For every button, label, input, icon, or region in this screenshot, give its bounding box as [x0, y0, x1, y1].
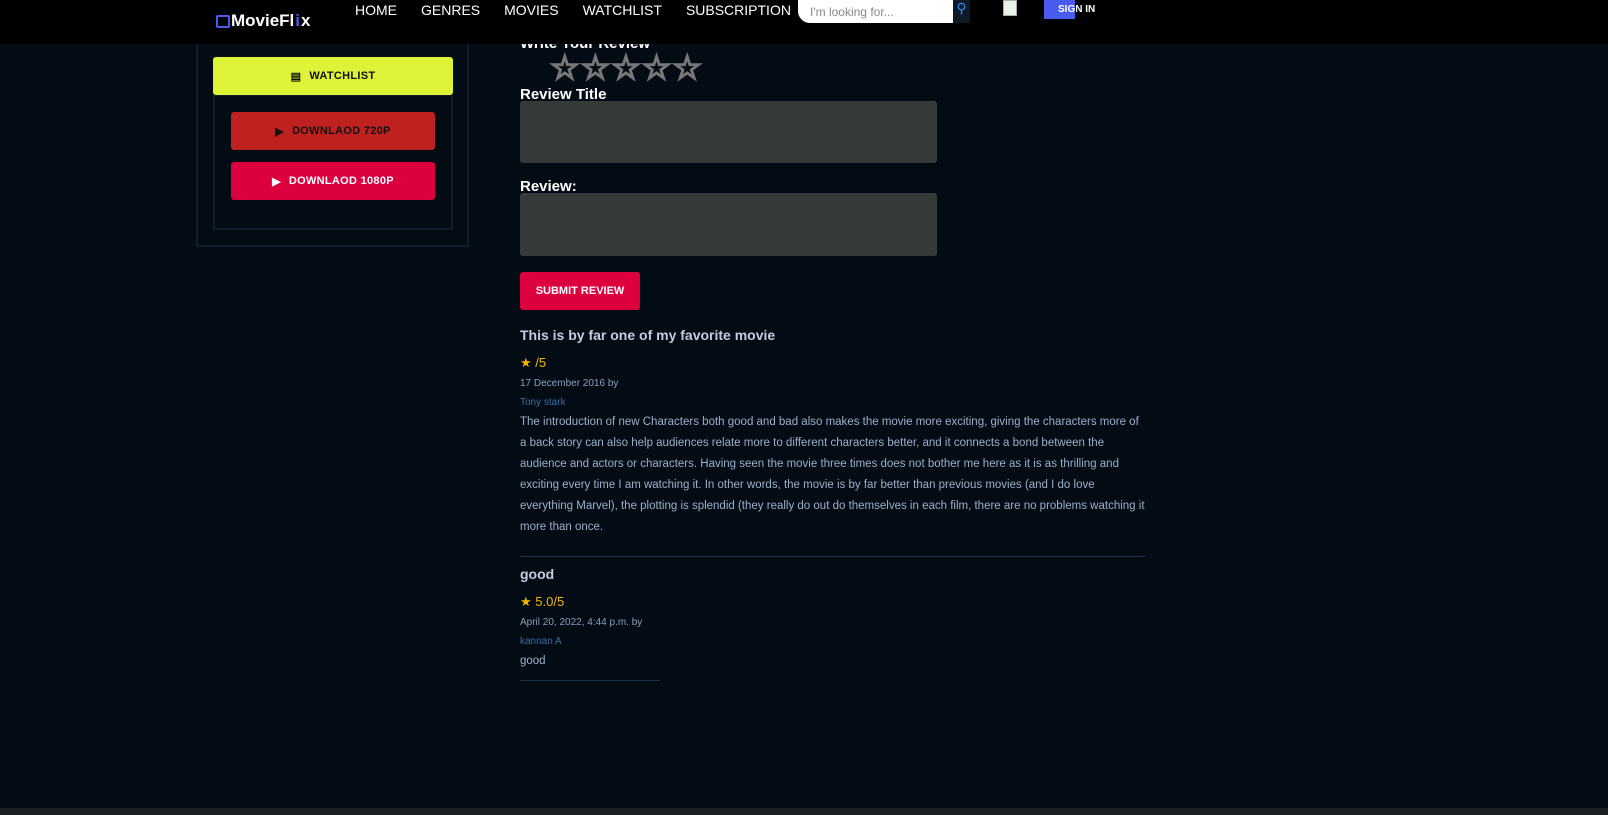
review-rating: ★ 5.0/5: [520, 594, 660, 610]
star-icon: ★: [520, 594, 532, 609]
brand-text-end: x: [301, 11, 311, 30]
download-1080-label: DOWNLAOD 1080P: [288, 175, 394, 187]
review-title: This is by far one of my favorite movie: [520, 327, 776, 343]
review-title-input[interactable]: [520, 101, 937, 163]
list-icon: ▤: [290, 70, 302, 83]
search-input[interactable]: I'm looking for...: [798, 0, 970, 23]
main-nav: HOME GENRES MOVIES WATCHLIST SUBSCRIPTIO…: [355, 2, 791, 18]
profile-image[interactable]: [1003, 0, 1017, 16]
watchlist-label: WATCHLIST: [309, 70, 376, 82]
review-rating: ★ /5: [520, 355, 1145, 371]
nav-movies[interactable]: MOVIES: [504, 2, 558, 18]
play-icon: ▶: [275, 125, 285, 138]
rating-value: /5: [535, 355, 547, 370]
download-720-button[interactable]: ▶ DOWNLAOD 720P: [231, 112, 435, 150]
submit-review-button[interactable]: SUBMIT REVIEW: [520, 272, 640, 310]
search-icon: ⚲: [956, 0, 967, 16]
review-body: good: [520, 651, 660, 681]
review-title: good: [520, 566, 555, 582]
star-icon: ★: [520, 355, 532, 370]
review-textarea[interactable]: [520, 193, 937, 256]
review-item: This is by far one of my favorite movie …: [520, 327, 1145, 557]
nav-genres[interactable]: GENRES: [421, 2, 480, 18]
review-author[interactable]: Tony stark: [520, 397, 1145, 408]
review-item: good ★ 5.0/5 April 20, 2022, 4:44 p.m. b…: [520, 566, 660, 681]
nav-subscription[interactable]: SUBSCRIPTION: [686, 2, 791, 18]
search-button[interactable]: ⚲: [953, 0, 970, 23]
brand-text-i: i: [295, 11, 301, 30]
review-body: The introduction of new Characters both …: [520, 416, 1145, 533]
review-date: April 20, 2022, 4:44 p.m. by: [520, 617, 643, 628]
film-icon: [216, 14, 230, 28]
download-720-label: DOWNLAOD 720P: [292, 125, 391, 137]
review-author[interactable]: kannan A: [520, 636, 660, 647]
brand-logo[interactable]: MovieFl i x: [216, 11, 311, 31]
footer: [0, 808, 1608, 815]
sign-in-button[interactable]: SIGN IN: [1044, 0, 1095, 19]
rating-value: 5.0/5: [535, 594, 565, 609]
top-navbar: MovieFl i x HOME GENRES MOVIES WATCHLIST S…: [0, 0, 1608, 44]
nav-watchlist[interactable]: WATCHLIST: [583, 2, 662, 18]
review-date: 17 December 2016 by: [520, 378, 619, 389]
watchlist-button[interactable]: ▤ WATCHLIST: [213, 57, 453, 95]
star-rating-input[interactable]: ☆☆☆☆☆: [549, 49, 703, 87]
nav-home[interactable]: HOME: [355, 2, 397, 18]
play-icon: ▶: [272, 175, 281, 188]
download-1080-button[interactable]: ▶ DOWNLAOD 1080P: [231, 162, 435, 200]
brand-text: MovieFl: [231, 11, 295, 30]
